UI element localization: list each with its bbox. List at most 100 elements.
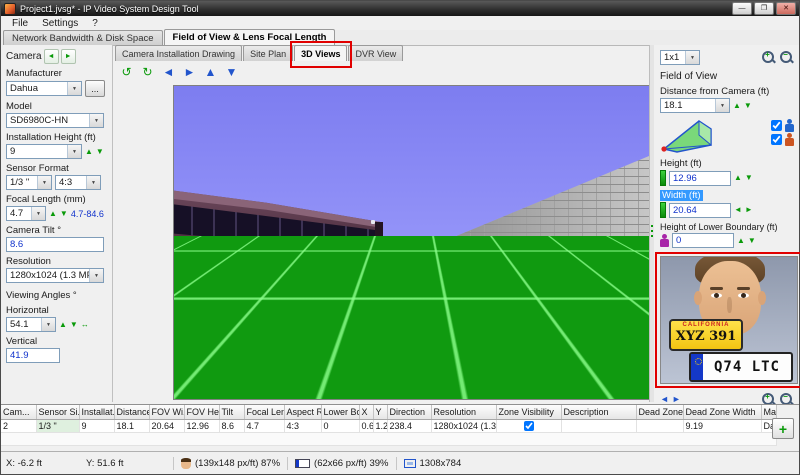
show-blue-person-checkbox[interactable] [771, 120, 782, 131]
angle-decrease-icon[interactable]: ▼ [70, 321, 78, 329]
column-header[interactable]: Aspect Ra... [284, 405, 321, 420]
pan-left-icon[interactable]: ◄ [159, 63, 178, 82]
chevron-down-icon[interactable]: ▼ [89, 114, 103, 127]
pan-up-icon[interactable]: ▲ [201, 63, 220, 82]
tab-field-of-view[interactable]: Field of View & Lens Focal Length [164, 29, 336, 45]
add-camera-button[interactable]: + [772, 418, 794, 439]
cell-camera[interactable]: 2 [1, 420, 36, 433]
lower-boundary-decrease-icon[interactable]: ▼ [748, 237, 756, 245]
column-header[interactable]: Installat... [79, 405, 114, 420]
cell-description[interactable] [561, 420, 636, 433]
zone-visibility-checkbox[interactable] [524, 421, 534, 431]
column-header[interactable]: X [359, 405, 373, 420]
maximize-button[interactable]: ❐ [754, 2, 774, 15]
lower-boundary-increase-icon[interactable]: ▲ [737, 237, 745, 245]
menu-help[interactable]: ? [85, 18, 105, 29]
distance-decrease-icon[interactable]: ▼ [744, 102, 752, 110]
tab-site-plan[interactable]: Site Plan [243, 45, 293, 61]
column-header[interactable]: Zone Visibility [496, 405, 561, 420]
vertical-angle-field[interactable]: 41.9 [6, 348, 60, 363]
angle-increase-icon[interactable]: ▲ [59, 321, 67, 329]
resolution-select[interactable]: 1280x1024 (1.3 MP) ▼ [6, 268, 104, 283]
cell-dead-zone-width[interactable]: 9.19 [683, 420, 761, 433]
chevron-down-icon[interactable]: ▼ [89, 269, 103, 282]
menu-file[interactable]: File [5, 18, 35, 29]
preview-next-icon[interactable]: ► [672, 395, 681, 404]
tab-dvr-view[interactable]: DVR View [348, 45, 403, 61]
cell-dead-zone[interactable] [636, 420, 683, 433]
cell-aspect-ratio[interactable]: 4:3 [284, 420, 321, 433]
tab-network-bandwidth[interactable]: Network Bandwidth & Disk Space [3, 30, 163, 45]
cell-distance[interactable]: 18.1 [114, 420, 149, 433]
fov-height-field[interactable]: 12.96 [669, 171, 731, 186]
cell-fov-width[interactable]: 20.64 [149, 420, 184, 433]
column-header[interactable]: Focal Len... [244, 405, 284, 420]
camera-tilt-field[interactable]: 8.6 [6, 237, 104, 252]
column-header[interactable]: Resolution [431, 405, 496, 420]
model-select[interactable]: SD6980C-HN ▼ [6, 113, 104, 128]
column-header[interactable]: Dead Zone Width [683, 405, 761, 420]
tab-camera-installation-drawing[interactable]: Camera Installation Drawing [115, 45, 242, 61]
focal-increase-icon[interactable]: ▲ [49, 210, 57, 218]
pan-right-icon[interactable]: ► [180, 63, 199, 82]
cell-installation[interactable]: 9 [79, 420, 114, 433]
menu-settings[interactable]: Settings [35, 18, 85, 29]
zoom-out-icon[interactable]: − [779, 50, 794, 65]
distance-select[interactable]: 18.1 ▼ [660, 98, 730, 113]
focal-decrease-icon[interactable]: ▼ [60, 210, 68, 218]
fov-height-decrease-icon[interactable]: ▼ [745, 174, 753, 182]
tab-3d-views[interactable]: 3D Views [294, 45, 347, 61]
cell-lower-boundary[interactable]: 0 [321, 420, 359, 433]
chevron-down-icon[interactable]: ▼ [37, 176, 51, 189]
chevron-down-icon[interactable]: ▼ [67, 82, 81, 95]
rotate-left-icon[interactable]: ↺ [117, 63, 136, 82]
cell-direction[interactable]: 238.4 [387, 420, 431, 433]
chevron-down-icon[interactable]: ▼ [31, 207, 45, 220]
chevron-down-icon[interactable]: ▼ [715, 99, 729, 112]
angle-link-icon[interactable]: ↔ [81, 321, 89, 329]
cell-sensor-size[interactable]: 1/3 " [36, 420, 79, 433]
chevron-down-icon[interactable]: ▼ [41, 318, 55, 331]
camera-preview-image[interactable]: CALIFORNIA XYZ 391 Q74 LTC [660, 256, 798, 384]
column-header[interactable]: FOV Heig... [184, 405, 219, 420]
column-header[interactable]: Lower Bou... [321, 405, 359, 420]
cell-tilt[interactable]: 8.6 [219, 420, 244, 433]
column-header[interactable]: Distance [114, 405, 149, 420]
manufacturer-select[interactable]: Dahua ▼ [6, 81, 82, 96]
pan-down-icon[interactable]: ▼ [222, 63, 241, 82]
column-header[interactable]: Y [373, 405, 387, 420]
column-header[interactable]: Cam... [1, 405, 36, 420]
rotate-right-icon[interactable]: ↻ [138, 63, 157, 82]
column-header[interactable]: FOV Wi... [149, 405, 184, 420]
fov-width-field[interactable]: 20.64 [669, 203, 731, 218]
close-button[interactable]: ✕ [776, 2, 796, 15]
sensor-format-select[interactable]: 1/3 " ▼ [6, 175, 52, 190]
chevron-down-icon[interactable]: ▼ [86, 176, 100, 189]
cell-fov-height[interactable]: 12.96 [184, 420, 219, 433]
column-header[interactable]: Description [561, 405, 636, 420]
column-header[interactable]: Tilt [219, 405, 244, 420]
3d-viewport[interactable]: 2 [173, 85, 650, 400]
chevron-down-icon[interactable]: ▼ [685, 51, 699, 64]
preview-prev-icon[interactable]: ◄ [660, 395, 669, 404]
cell-y[interactable]: 1.2 [373, 420, 387, 433]
minimize-button[interactable]: — [732, 2, 752, 15]
distance-increase-icon[interactable]: ▲ [733, 102, 741, 110]
manufacturer-more-button[interactable]: ... [85, 80, 105, 97]
fov-height-increase-icon[interactable]: ▲ [734, 174, 742, 182]
cell-focal-length[interactable]: 4.7 [244, 420, 284, 433]
column-header[interactable]: Direction [387, 405, 431, 420]
zoom-in-icon[interactable]: + [761, 50, 776, 65]
column-header[interactable]: Dead Zone [636, 405, 683, 420]
horizontal-angle-select[interactable]: 54.1 ▼ [6, 317, 56, 332]
table-row[interactable]: 2 1/3 " 9 18.1 20.64 12.96 8.6 4.7 4:3 0… [1, 420, 776, 433]
grid-layout-select[interactable]: 1x1 ▼ [660, 50, 700, 65]
installation-height-select[interactable]: 9 ▼ [6, 144, 82, 159]
height-decrease-icon[interactable]: ▼ [96, 148, 104, 156]
prev-camera-button[interactable]: ◄ [44, 49, 59, 64]
focal-length-select[interactable]: 4.7 ▼ [6, 206, 46, 221]
show-red-person-checkbox[interactable] [771, 134, 782, 145]
fov-width-wider-icon[interactable]: ◄ [734, 206, 742, 214]
cell-resolution[interactable]: 1280x1024 (1.3 MP) [431, 420, 496, 433]
chevron-down-icon[interactable]: ▼ [67, 145, 81, 158]
